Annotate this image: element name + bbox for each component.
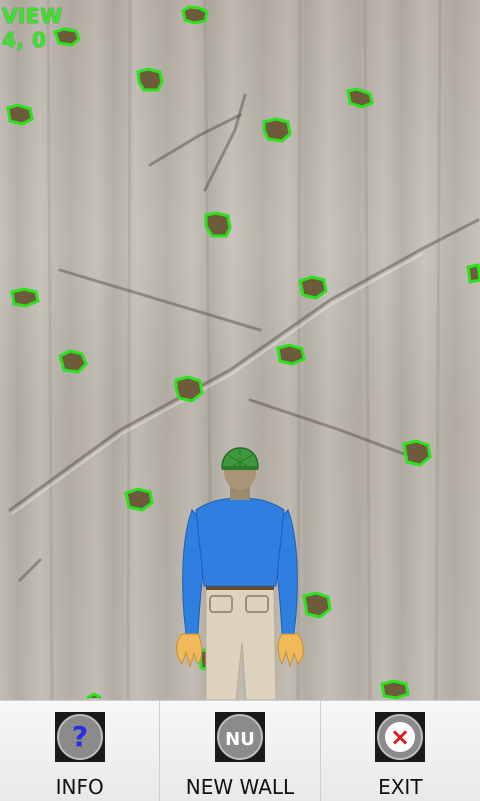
new-wall-icon: NU bbox=[214, 712, 265, 762]
svg-text:?: ? bbox=[72, 720, 88, 753]
info-icon: ? bbox=[54, 712, 105, 762]
new-wall-button[interactable]: NU NEW WALL bbox=[160, 701, 321, 801]
climbing-hold[interactable] bbox=[4, 102, 36, 128]
climbing-hold[interactable] bbox=[202, 210, 234, 240]
climbing-hold[interactable] bbox=[344, 86, 376, 110]
climber-figure[interactable] bbox=[170, 446, 310, 700]
climbing-hold[interactable] bbox=[464, 262, 480, 286]
climbing-hold[interactable] bbox=[180, 4, 210, 26]
climbing-hold[interactable] bbox=[84, 692, 104, 700]
new-wall-label: NEW WALL bbox=[185, 775, 295, 799]
bottom-menu: ? INFO NU NEW WALL × EXIT bbox=[0, 700, 480, 801]
climbing-hold[interactable] bbox=[56, 348, 90, 376]
svg-text:×: × bbox=[390, 723, 410, 751]
climbing-hold[interactable] bbox=[122, 486, 156, 514]
exit-label: EXIT bbox=[378, 775, 423, 799]
exit-button[interactable]: × EXIT bbox=[321, 701, 480, 801]
exit-icon: × bbox=[375, 712, 426, 762]
climbing-hold[interactable] bbox=[134, 66, 166, 94]
climbing-hold[interactable] bbox=[274, 342, 308, 368]
climbing-hold[interactable] bbox=[260, 116, 294, 144]
climbing-hold[interactable] bbox=[378, 678, 412, 700]
view-label: VIEW bbox=[2, 4, 63, 28]
climbing-hold[interactable] bbox=[400, 438, 434, 468]
climbing-hold[interactable] bbox=[52, 26, 82, 48]
info-button[interactable]: ? INFO bbox=[0, 701, 161, 801]
climbing-hold[interactable] bbox=[8, 286, 42, 310]
climbing-hold[interactable] bbox=[296, 274, 330, 302]
info-label: INFO bbox=[55, 775, 104, 799]
climbing-wall[interactable]: VIEW 4, 0 bbox=[0, 0, 480, 700]
svg-text:NU: NU bbox=[225, 729, 255, 750]
climbing-hold[interactable] bbox=[172, 374, 206, 404]
